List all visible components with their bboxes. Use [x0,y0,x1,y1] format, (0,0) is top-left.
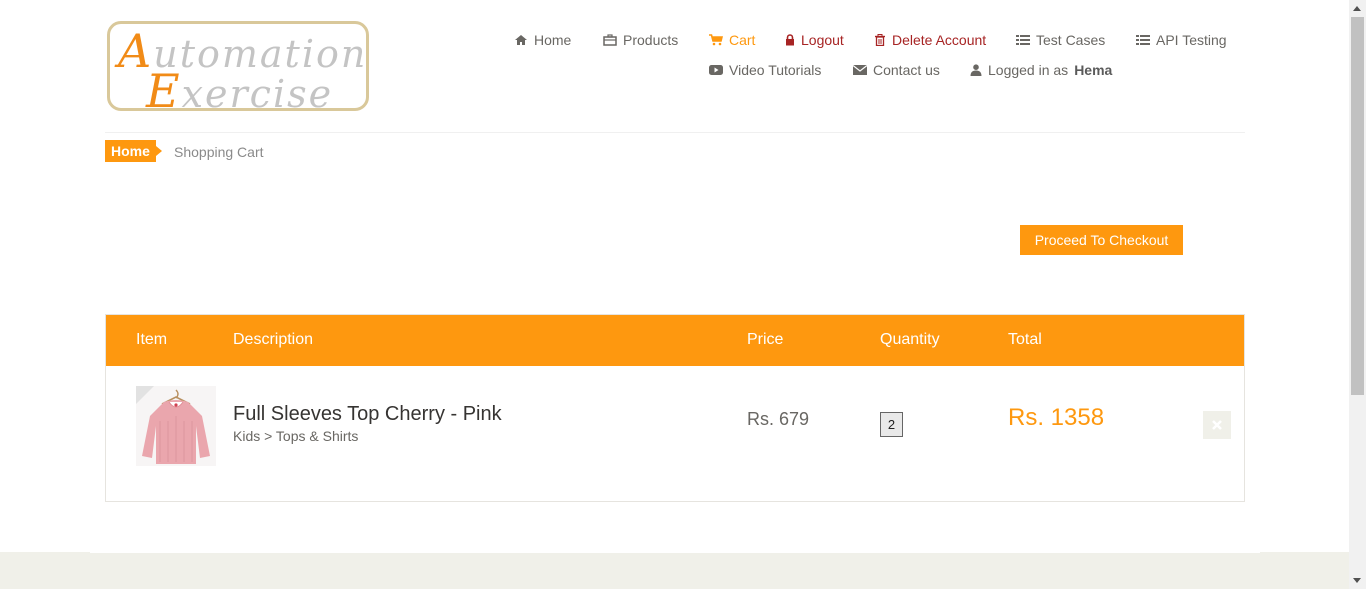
nav-products[interactable]: Products [603,32,678,48]
cart-table: Item Description Price Quantity Total Fu… [105,314,1245,502]
envelope-icon [853,65,867,75]
scrollbar-thumb[interactable] [1351,17,1364,395]
logged-in-label: Logged in as [988,62,1069,78]
header-divider [105,132,1245,133]
nav-contact-us[interactable]: Contact us [853,62,940,78]
footer [0,552,1349,589]
delete-item-button[interactable] [1203,411,1231,439]
header-price: Price [747,331,784,348]
nav-video-tutorials[interactable]: Video Tutorials [709,62,821,78]
nav-video-tutorials-label: Video Tutorials [729,62,822,78]
user-icon [970,64,982,76]
logo-line-2: Exercise [146,64,334,118]
lock-icon [786,34,794,46]
cart-table-header: Item Description Price Quantity Total [106,315,1244,366]
nav-api-testing-label: API Testing [1156,32,1227,48]
nav-home-label: Home [534,32,572,48]
product-image[interactable] [136,386,216,466]
header-item: Item [136,331,168,348]
nav-logout-label: Logout [801,32,844,48]
page: Automation Exercise Home Products Cart L… [0,0,1349,589]
home-icon [515,35,527,45]
nav-api-testing[interactable]: API Testing [1136,32,1227,48]
scroll-up-arrow-icon[interactable] [1353,6,1361,11]
site-logo[interactable]: Automation Exercise [107,21,369,118]
youtube-play-icon [709,65,723,75]
list-icon [1136,35,1150,45]
close-icon [1212,420,1222,430]
nav-cart-label: Cart [729,32,756,48]
nav-delete-account-label: Delete Account [892,32,987,48]
nav-test-cases-label: Test Cases [1036,32,1106,48]
list-icon [1016,35,1030,45]
header-total: Total [1008,331,1042,348]
product-name[interactable]: Full Sleeves Top Cherry - Pink [233,403,502,426]
breadcrumb-home[interactable]: Home [105,140,162,162]
proceed-to-checkout-button[interactable]: Proceed To Checkout [1020,225,1183,255]
header-description: Description [233,331,314,348]
trash-icon [875,34,885,46]
pink-top-image [136,386,216,466]
nav-cart[interactable]: Cart [709,32,755,48]
header-quantity: Quantity [880,331,940,348]
logged-in-status: Logged in as Hema [970,62,1112,78]
nav-home[interactable]: Home [514,32,571,48]
product-price: Rs. 679 [747,409,810,429]
product-total: Rs. 1358 [1008,404,1105,431]
username: Hema [1074,62,1113,78]
scroll-down-arrow-icon[interactable] [1353,578,1361,583]
nav-logout[interactable]: Logout [785,32,844,48]
nav-contact-us-label: Contact us [873,62,940,78]
breadcrumb-current: Shopping Cart [174,144,264,160]
nav-test-cases[interactable]: Test Cases [1016,32,1105,48]
product-category: Kids > Tops & Shirts [233,428,359,444]
briefcase-icon [603,34,617,46]
nav-products-label: Products [623,32,679,48]
quantity-box: 2 [880,412,903,437]
shopping-cart-icon [709,34,723,46]
nav-delete-account[interactable]: Delete Account [874,32,986,48]
